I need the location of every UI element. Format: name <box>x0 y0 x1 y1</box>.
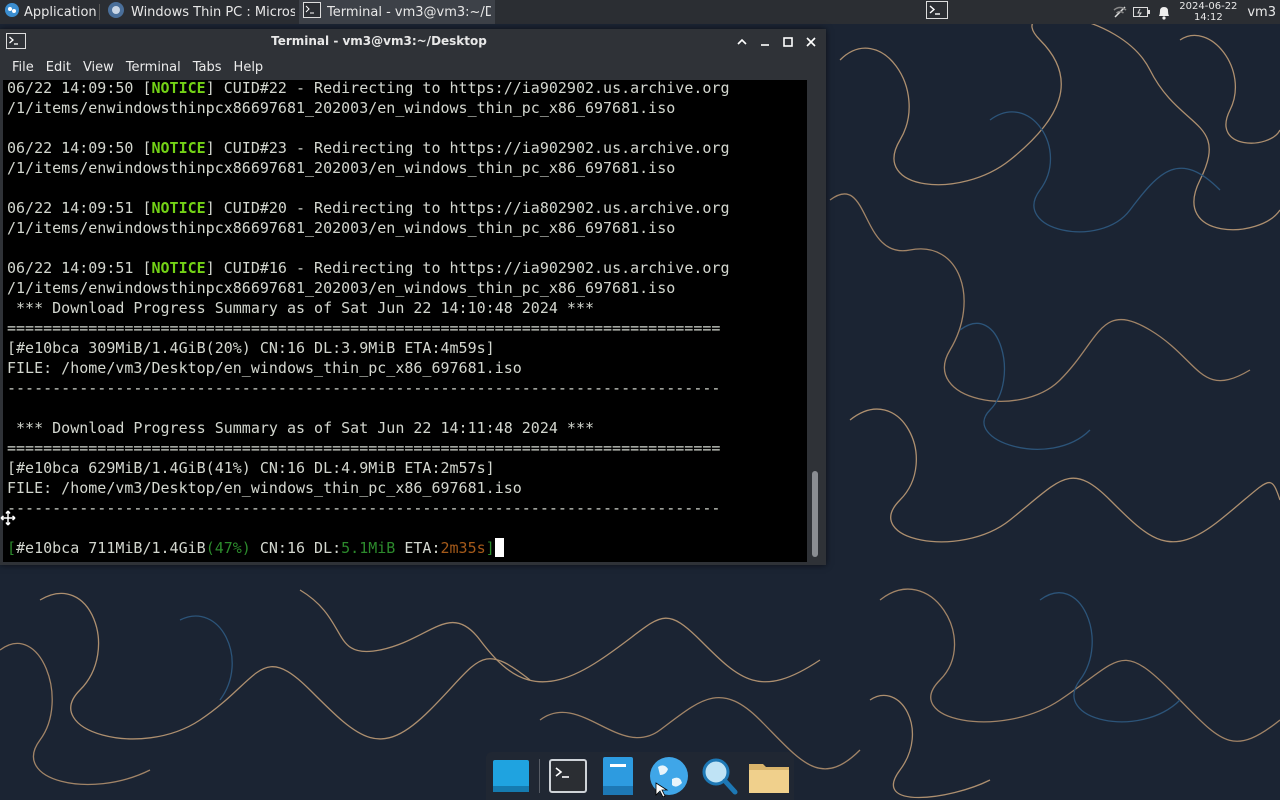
window-minimize-button[interactable] <box>755 32 775 52</box>
status-percent: (47%) <box>205 539 251 557</box>
move-cursor-icon <box>0 510 16 530</box>
notice-tag: NOTICE <box>151 80 206 97</box>
user-menu[interactable]: vm3 <box>1241 5 1280 20</box>
taskbar-button-label: Windows Thin PC : Micros... <box>131 4 295 20</box>
menu-terminal[interactable]: Terminal <box>120 60 187 75</box>
panel-tray: 2024-06-22 14:12 vm3 <box>1109 0 1280 24</box>
panel-separator <box>99 4 100 20</box>
home-folder-icon <box>748 764 789 793</box>
applications-menu-label: Applications <box>24 4 96 20</box>
clock-date: 2024-06-22 <box>1179 1 1238 12</box>
terminal-line: 06/22 14:09:51 [NOTICE] CUID#20 - Redire… <box>7 199 730 217</box>
terminal-line: 06/22 14:09:51 [NOTICE] CUID#16 - Redire… <box>7 259 730 277</box>
dock-web-browser[interactable] <box>647 754 691 798</box>
maximize-icon <box>783 37 793 47</box>
taskbar-button-label: Terminal - vm3@vm3:~/D... <box>327 4 491 20</box>
window-shade-button[interactable] <box>732 32 752 52</box>
dock-separator <box>539 759 541 793</box>
dock-app-finder[interactable] <box>697 754 741 798</box>
close-icon <box>806 37 816 47</box>
terminal-icon <box>926 1 948 23</box>
scrollbar-thumb[interactable] <box>812 471 818 557</box>
notice-tag: NOTICE <box>151 139 206 157</box>
terminal-line: [#e10bca 629MiB/1.4GiB(41%) CN:16 DL:4.9… <box>7 459 495 477</box>
terminal-line: *** Download Progress Summary as of Sat … <box>7 299 594 317</box>
applications-menu-button[interactable]: Applications <box>0 0 96 24</box>
terminal-line: ========================================… <box>7 439 721 457</box>
terminal-line: ----------------------------------------… <box>7 499 721 517</box>
status-download-speed: 5.1MiB <box>341 539 396 557</box>
terminal-line: FILE: /home/vm3/Desktop/en_windows_thin_… <box>7 359 522 377</box>
chevron-up-icon <box>737 38 747 45</box>
minimize-icon <box>761 44 769 46</box>
status-progress: #e10bca 711MiB/1.4GiB <box>16 539 206 557</box>
dock-home-folder[interactable] <box>747 754 791 798</box>
dock-terminal[interactable] <box>546 754 590 798</box>
notice-tag: NOTICE <box>151 199 206 217</box>
xfce-logo-icon <box>4 2 20 22</box>
terminal-window: Terminal - vm3@vm3:~/Desktop File Edit V… <box>0 29 826 565</box>
terminal-output[interactable]: 06/22 14:09:50 [NOTICE] CUID#22 - Redire… <box>3 80 807 562</box>
terminal-line: ========================================… <box>7 319 721 337</box>
menu-help[interactable]: Help <box>228 60 270 75</box>
battery-icon[interactable] <box>1131 0 1153 24</box>
dock <box>486 752 794 800</box>
clock[interactable]: 2024-06-22 14:12 <box>1175 1 1241 23</box>
browser-icon <box>107 1 125 23</box>
panel-terminal-launcher[interactable] <box>924 1 950 23</box>
menu-edit[interactable]: Edit <box>40 60 77 75</box>
status-connections: CN:16 DL: <box>250 539 342 557</box>
file-manager-icon <box>603 757 634 795</box>
status-eta-label: ETA: <box>395 539 441 557</box>
menu-tabs[interactable]: Tabs <box>187 60 228 75</box>
window-titlebar[interactable]: Terminal - vm3@vm3:~/Desktop <box>0 29 826 55</box>
terminal-line: 06/22 14:09:50 [NOTICE] CUID#22 - Redire… <box>7 80 730 97</box>
taskbar-button-terminal[interactable]: Terminal - vm3@vm3:~/D... <box>299 0 495 24</box>
terminal-line: [#e10bca 309MiB/1.4GiB(20%) CN:16 DL:3.9… <box>7 339 495 357</box>
status-eta: 2m35s <box>440 539 486 557</box>
web-browser-icon <box>649 757 688 797</box>
terminal-line: /1/items/enwindowsthinpcx86697681_202003… <box>7 159 676 177</box>
terminal-line: ----------------------------------------… <box>7 379 721 397</box>
status-bracket: [ <box>7 539 17 557</box>
network-disconnected-icon[interactable] <box>1109 0 1131 24</box>
terminal-line: /1/items/enwindowsthinpcx86697681_202003… <box>7 279 676 297</box>
notification-bell-icon[interactable] <box>1153 0 1175 24</box>
app-finder-icon <box>702 758 738 795</box>
window-close-button[interactable] <box>801 32 821 52</box>
show-desktop-icon <box>493 760 530 792</box>
menu-file[interactable]: File <box>6 60 40 75</box>
terminal-scrollbar[interactable] <box>808 80 822 562</box>
terminal-line: 06/22 14:09:50 [NOTICE] CUID#23 - Redire… <box>7 139 730 157</box>
window-title: Terminal - vm3@vm3:~/Desktop <box>271 34 487 48</box>
text-cursor <box>494 538 504 557</box>
status-bracket: ] <box>485 539 495 557</box>
terminal-line: /1/items/enwindowsthinpcx86697681_202003… <box>7 99 676 117</box>
notice-tag: NOTICE <box>151 259 206 277</box>
terminal-line: *** Download Progress Summary as of Sat … <box>7 419 594 437</box>
download-status-line: [#e10bca 711MiB/1.4GiB(47%) CN:16 DL:5.1… <box>7 538 504 557</box>
clock-time: 14:12 <box>1193 12 1223 23</box>
window-maximize-button[interactable] <box>778 32 798 52</box>
dock-file-manager[interactable] <box>596 754 640 798</box>
terminal-line: FILE: /home/vm3/Desktop/en_windows_thin_… <box>7 479 522 497</box>
terminal-text: 06/22 14:09:50 [NOTICE] CUID#22 - Redire… <box>7 80 729 558</box>
terminal-icon <box>303 2 321 22</box>
terminal-line: /1/items/enwindowsthinpcx86697681_202003… <box>7 219 676 237</box>
top-panel: Applications Windows Thin PC : Micros...… <box>0 0 1280 24</box>
terminal-icon <box>549 759 588 793</box>
dock-show-desktop[interactable] <box>489 754 533 798</box>
taskbar-button-browser[interactable]: Windows Thin PC : Micros... <box>103 0 299 24</box>
menu-view[interactable]: View <box>77 60 120 75</box>
terminal-menubar: File Edit View Terminal Tabs Help <box>0 55 826 79</box>
